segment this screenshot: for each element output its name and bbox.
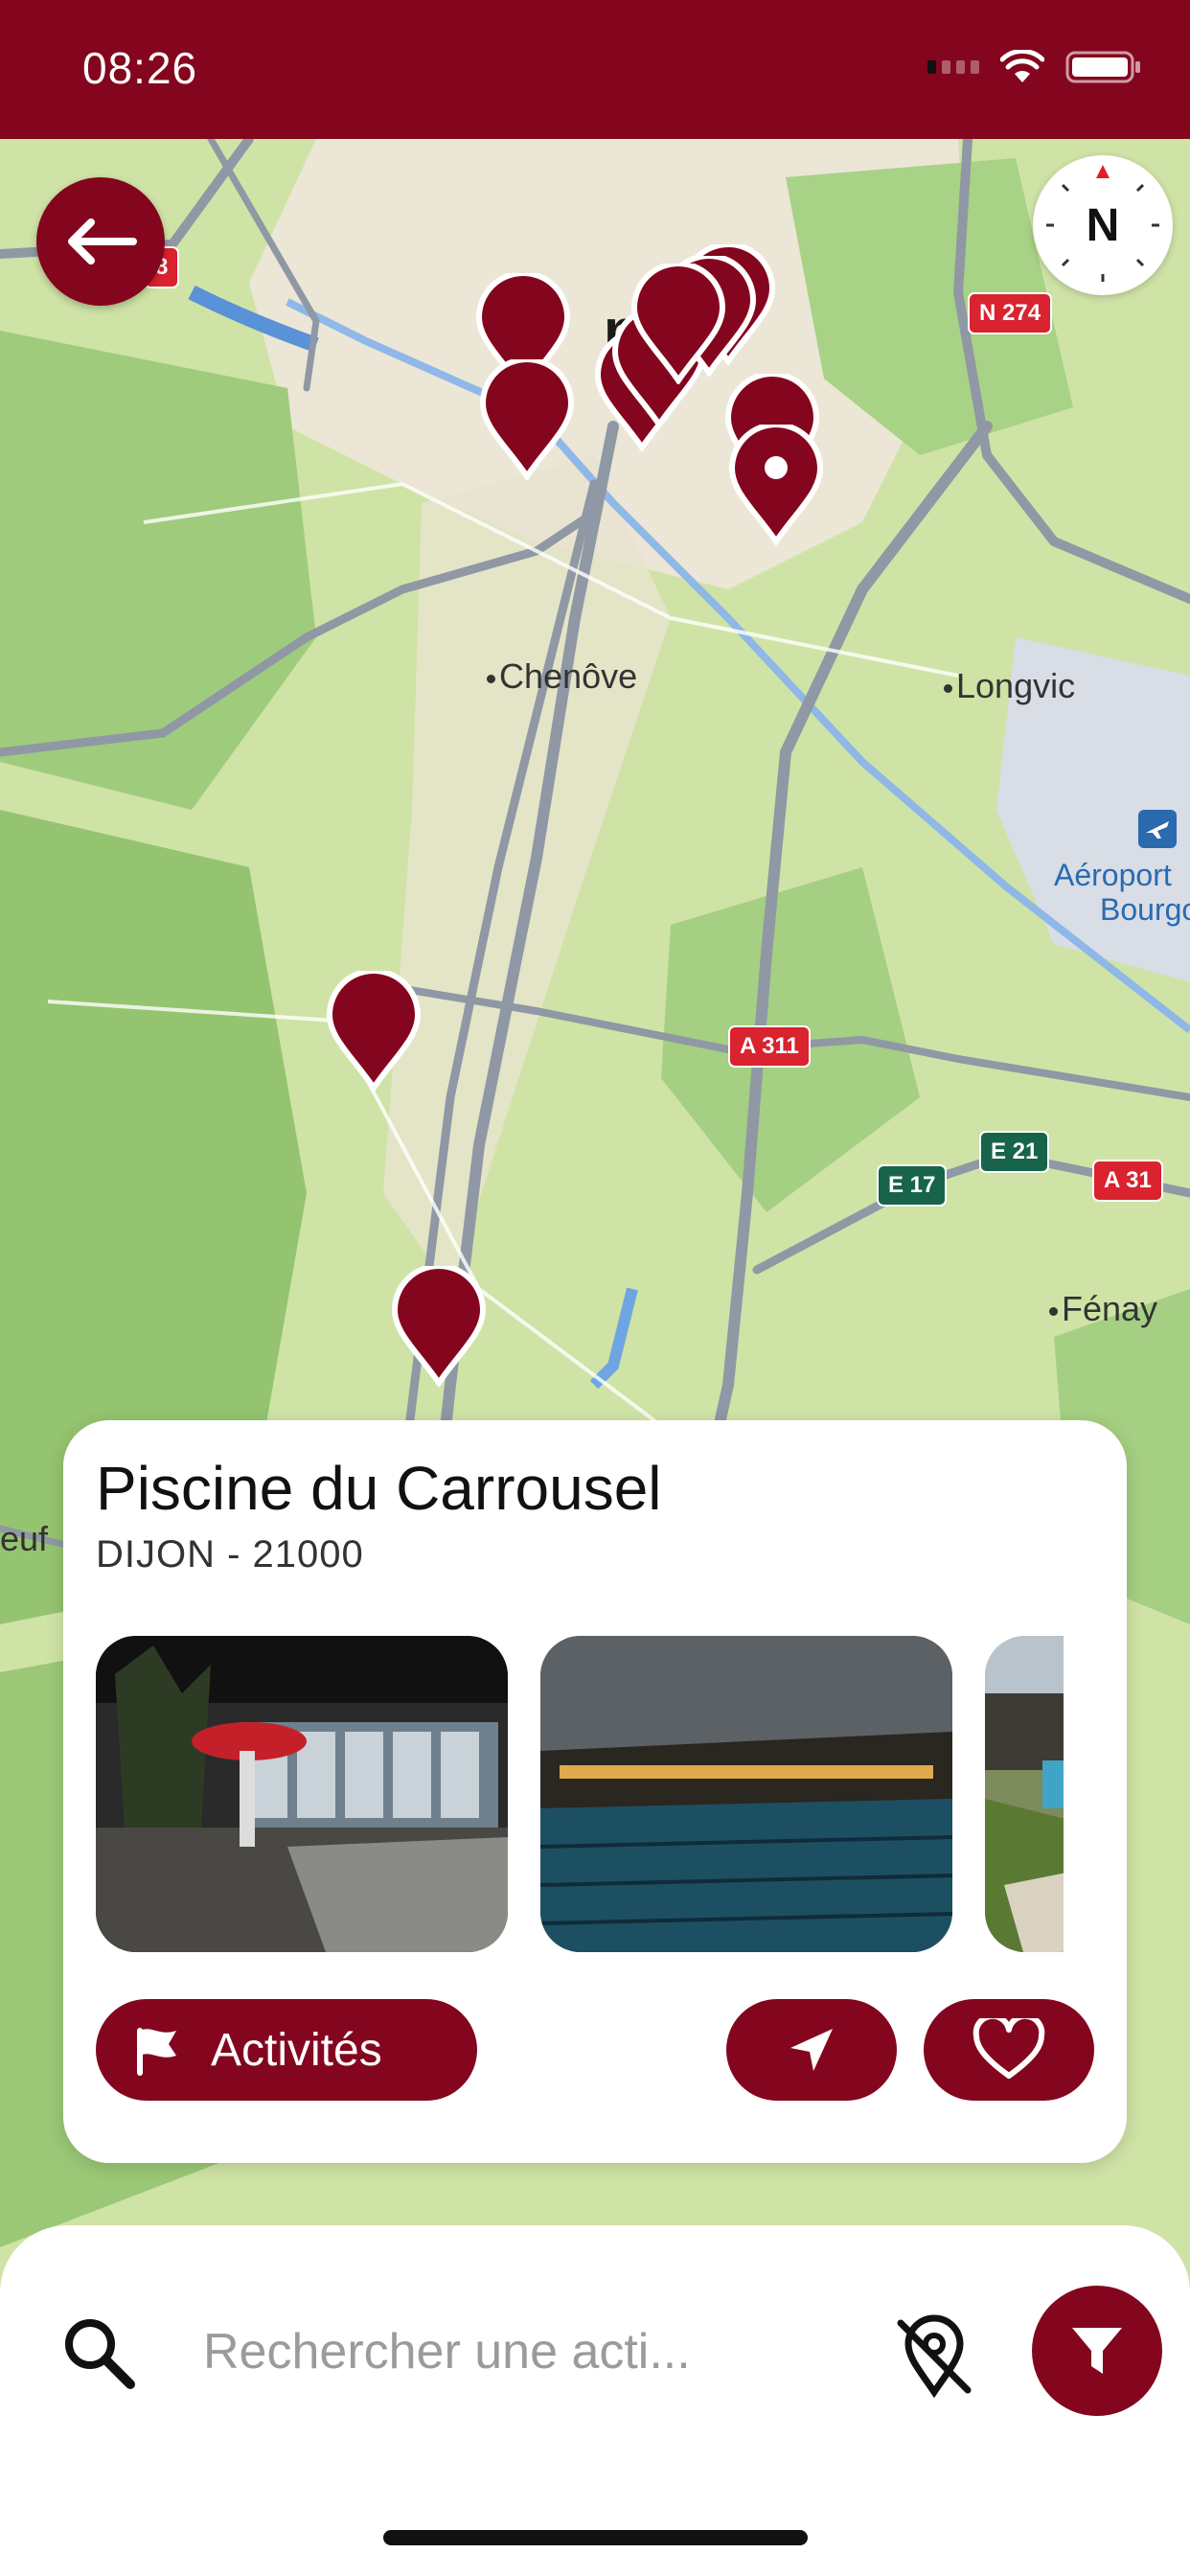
- road-shield-e17: E 17: [877, 1164, 948, 1207]
- search-input[interactable]: [203, 2313, 835, 2390]
- road-shield-a31: A 31: [1092, 1160, 1163, 1202]
- wifi-icon: [1000, 50, 1044, 82]
- battery-icon: [1065, 51, 1140, 83]
- favorite-button[interactable]: [924, 1999, 1094, 2101]
- place-card[interactable]: Piscine du Carrousel DIJON - 21000 Activ…: [63, 1420, 1127, 2163]
- place-title: Piscine du Carrousel: [96, 1454, 662, 1523]
- map-label-longvic: Longvic: [944, 666, 1075, 706]
- map-label-chenove: Chenôve: [487, 656, 637, 697]
- arrow-left-icon: [68, 218, 137, 264]
- airport-icon: [1138, 810, 1177, 848]
- search-sheet: [0, 2225, 1190, 2576]
- place-photo-indoor-pool[interactable]: [96, 1636, 508, 1952]
- status-time: 08:26: [82, 43, 198, 93]
- map-background: [0, 139, 1190, 2576]
- activities-button[interactable]: Activités: [96, 1999, 477, 2101]
- map-pin[interactable]: [324, 971, 423, 1092]
- road-shield-e21: E 21: [979, 1131, 1050, 1173]
- home-indicator: [383, 2530, 808, 2545]
- map-pin[interactable]: [477, 359, 577, 480]
- compass-button[interactable]: N: [1033, 155, 1173, 295]
- back-button[interactable]: [36, 177, 165, 306]
- map-pin[interactable]: [629, 264, 728, 384]
- map-label-airport-2: Bourgo: [1100, 892, 1190, 927]
- flag-icon: [137, 2028, 176, 2076]
- photo-carousel[interactable]: [96, 1636, 1064, 1952]
- map-label-airport-1: Aéroport: [1054, 858, 1172, 892]
- filter-funnel-icon: [1072, 2328, 1122, 2374]
- map-label-left-edge: euf: [0, 1519, 49, 1558]
- status-bar: 08:26: [0, 0, 1190, 139]
- activities-label: Activités: [211, 2024, 382, 2076]
- place-photo-outdoor-pool[interactable]: [540, 1636, 952, 1952]
- search-icon[interactable]: [59, 2313, 140, 2394]
- map-pin[interactable]: [389, 1266, 489, 1387]
- location-off-icon[interactable]: [891, 2312, 977, 2398]
- filter-button[interactable]: [1032, 2286, 1162, 2416]
- road-shield-n274: N 274: [968, 292, 1053, 334]
- heart-icon: [973, 2018, 1045, 2079]
- map-label-fenay: Fénay: [1049, 1289, 1157, 1329]
- road-shield-a311: A 311: [728, 1025, 811, 1068]
- place-location: DIJON - 21000: [96, 1533, 364, 1576]
- map-view[interactable]: n Chenôve Longvic Aéroport Bourgo Fénay …: [0, 139, 1190, 2576]
- map-pin-selected[interactable]: [726, 425, 826, 545]
- navigation-arrow-icon: [790, 2029, 833, 2071]
- status-icons: [927, 50, 1142, 84]
- cellular-signal-icon: [927, 60, 979, 74]
- compass-north-label: N: [1086, 200, 1120, 251]
- directions-button[interactable]: [726, 1999, 897, 2101]
- place-photo-aerial[interactable]: [985, 1636, 1064, 1952]
